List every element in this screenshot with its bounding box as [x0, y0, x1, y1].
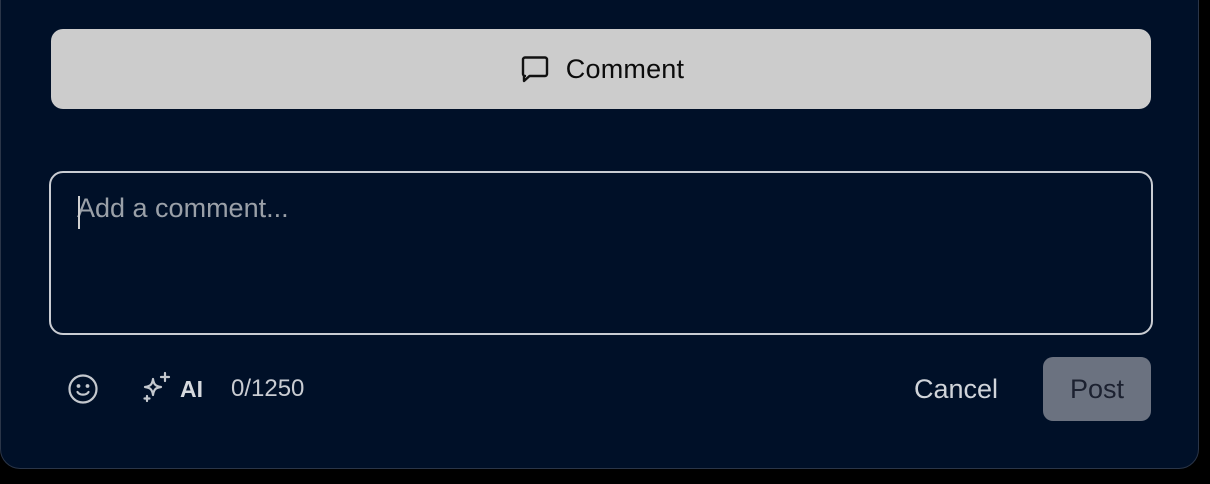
- speech-bubble-icon: [518, 52, 552, 86]
- ai-label: AI: [180, 375, 203, 402]
- comment-input[interactable]: [77, 193, 1117, 313]
- text-cursor: [78, 196, 80, 229]
- comment-toolbar: AI 0/1250: [64, 370, 304, 408]
- comment-input-container: [49, 171, 1153, 335]
- comment-button-label: Comment: [565, 53, 685, 84]
- post-button[interactable]: Post: [1043, 357, 1151, 421]
- smiley-face-icon[interactable]: [64, 370, 102, 408]
- cancel-button[interactable]: Cancel: [895, 357, 1017, 421]
- comment-button[interactable]: Comment: [51, 29, 1151, 109]
- character-count: 0/1250: [231, 375, 305, 402]
- sparkles-icon: [140, 370, 174, 409]
- ai-assist-button[interactable]: AI: [140, 370, 203, 409]
